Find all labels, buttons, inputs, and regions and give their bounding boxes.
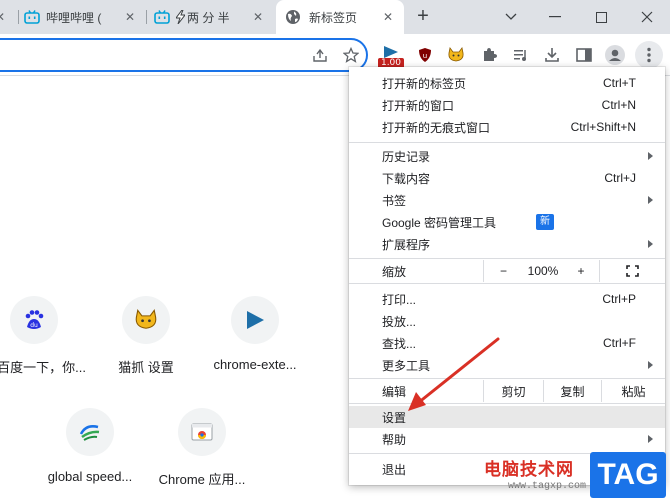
fullscreen-button[interactable] [599,260,665,282]
shortcut-chrome-extension[interactable]: chrome-exte... [199,296,311,372]
close-icon[interactable]: ✕ [380,9,396,25]
menu-item-password-manager[interactable]: Google 密码管理工具 新 [349,211,665,233]
new-tab-button[interactable]: + [412,6,434,28]
puzzle-icon[interactable] [479,45,499,65]
tab-new-tab[interactable]: 新标签页 ✕ [276,0,404,34]
shortcut-label: global speed... [47,469,133,484]
chevron-right-icon [648,196,653,204]
zoom-value: 100% [527,264,559,278]
menu-item-help[interactable]: 帮助 [349,428,665,450]
svg-text:u: u [423,52,427,60]
play-icon [231,296,279,344]
close-window-button[interactable] [624,0,670,34]
watermark-logo: TAG [590,452,666,498]
tab-partial[interactable]: ✕ [0,0,8,34]
shortcut-cat-settings[interactable]: 猫抓 设置 [90,296,202,376]
close-icon[interactable]: ✕ [250,9,266,25]
shortcut-label: 猫抓 设置 [118,360,174,375]
tab-bilibili-2[interactable]: 两 分 半 ✕ [154,0,272,34]
chevron-right-icon [648,240,653,248]
svg-text:du: du [30,322,38,329]
menu-separator [349,378,665,379]
close-icon[interactable]: ✕ [122,9,138,25]
menu-item-new-window[interactable]: 打开新的窗口 Ctrl+N [349,94,665,116]
more-vert-icon [647,47,651,63]
zoom-in-button[interactable]: + [563,260,599,282]
maximize-button[interactable] [578,0,624,34]
watermark-site-name: 电脑技术网 [484,460,574,479]
share-icon[interactable] [310,45,330,65]
download-icon[interactable] [542,45,562,65]
chrome-menu: 打开新的标签页 Ctrl+T 打开新的窗口 Ctrl+N 打开新的无痕式窗口 C… [349,67,665,485]
chevron-right-icon [648,361,653,369]
paste-button[interactable]: 粘贴 [601,380,665,402]
menu-item-more-tools[interactable]: 更多工具 [349,354,665,376]
menu-item-cast[interactable]: 投放... [349,310,665,332]
tab-separator [18,10,19,24]
profile-icon[interactable] [605,45,625,65]
minimize-button[interactable] [532,0,578,34]
menu-separator [349,403,665,404]
menu-separator [349,258,665,259]
new-badge: 新 [536,214,554,230]
tab-title: 哔哩哔哩 ( [46,10,102,25]
shortcut-baidu[interactable]: du 百度一下，你... [0,296,90,376]
menu-item-new-tab[interactable]: 打开新的标签页 Ctrl+T [349,72,665,94]
star-icon[interactable] [341,45,361,65]
bilibili-icon [154,10,170,24]
tab-title: 新标签页 [309,10,358,25]
menu-item-downloads[interactable]: 下载内容 Ctrl+J [349,167,665,189]
shortcut-label: Chrome 应用... [158,472,246,487]
close-icon[interactable]: ✕ [0,9,8,25]
shortcut-label: 百度一下，你... [0,360,86,375]
cat-icon [122,296,170,344]
cat-icon[interactable] [446,45,466,65]
cut-button[interactable]: 剪切 [483,380,543,402]
baidu-icon: du [10,296,58,344]
tab-separator [146,10,147,24]
tab-bilibili-1[interactable]: 哔哩哔哩 ( ✕ [24,0,146,34]
menu-separator [349,283,665,284]
chevron-down-icon[interactable] [488,0,534,34]
menu-item-extensions[interactable]: 扩展程序 [349,233,665,255]
menu-item-incognito[interactable]: 打开新的无痕式窗口 Ctrl+Shift+N [349,116,665,138]
chrome-icon [178,408,226,456]
zoom-out-button[interactable]: − [483,260,523,282]
tab-title: 两 分 半 [187,10,230,25]
global-speed-icon [66,408,114,456]
menu-item-print[interactable]: 打印... Ctrl+P [349,288,665,310]
chevron-right-icon [648,435,653,443]
menu-item-history[interactable]: 历史记录 [349,145,665,167]
chevron-right-icon [648,152,653,160]
menu-item-find[interactable]: 查找... Ctrl+F [349,332,665,354]
menu-item-settings[interactable]: 设置 [349,406,665,428]
tab-strip: ✕ 哔哩哔哩 ( ✕ 两 分 半 ✕ [0,0,670,34]
menu-item-zoom: 缩放 − 100% + [349,260,665,282]
globe-icon [286,10,300,24]
shortcut-global-speed[interactable]: global speed... [34,408,146,484]
menu-item-bookmarks[interactable]: 书签 [349,189,665,211]
side-panel-icon[interactable] [574,45,594,65]
fullscreen-icon [626,265,639,277]
menu-separator [349,142,665,143]
watermark-url: www.tagxp.com [508,481,587,492]
shortcut-chrome-apps[interactable]: Chrome 应用... [146,408,258,488]
menu-item-edit: 编辑 剪切 复制 粘贴 [349,380,665,402]
copy-button[interactable]: 复制 [543,380,601,402]
lightning-icon [176,10,185,24]
media-playlist-icon[interactable] [511,45,531,65]
shortcut-label: chrome-exte... [213,357,297,372]
ublock-icon[interactable]: u [415,45,435,65]
bilibili-icon [24,10,40,24]
menu-button[interactable] [635,41,663,69]
